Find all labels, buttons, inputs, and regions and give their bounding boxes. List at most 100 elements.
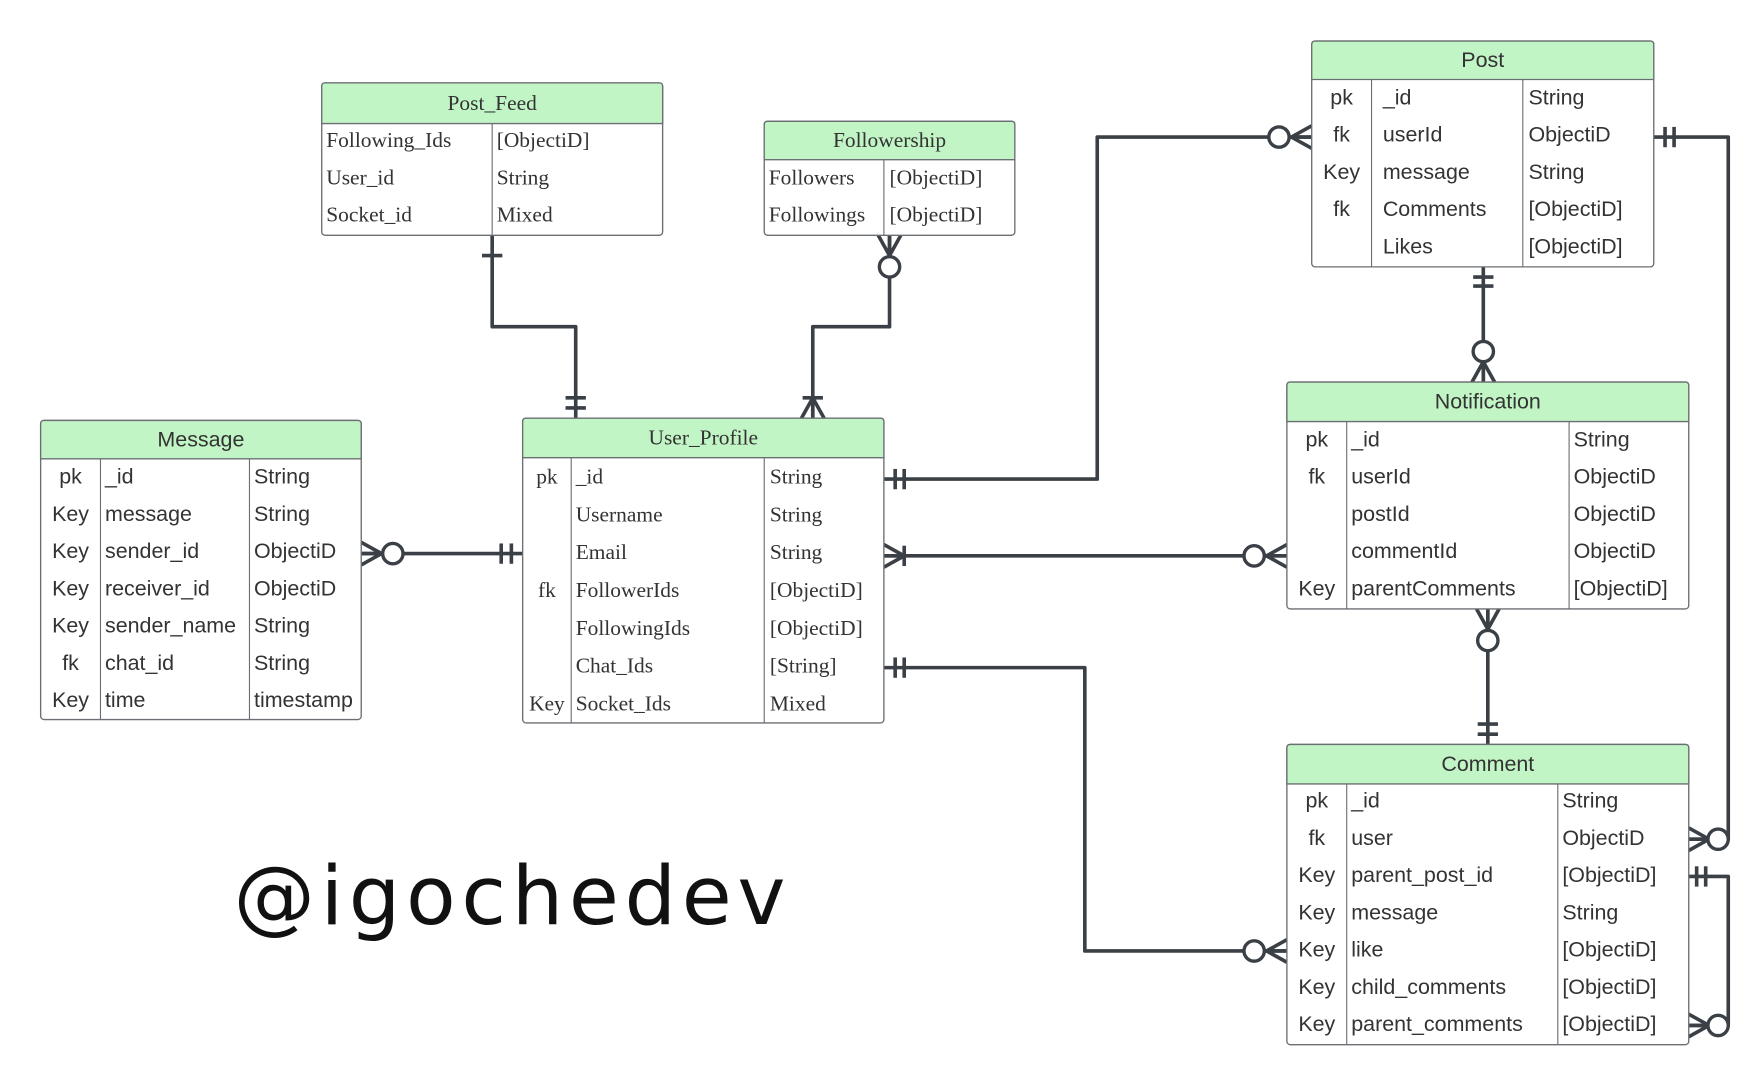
type-cell: ObjectiD [1574, 539, 1656, 563]
table-post-feed[interactable]: Post_Feed Following_Ids [ObjectiD] User_id S… [321, 82, 664, 236]
type-cell: String [770, 502, 823, 526]
rel-comment-self [1688, 874, 1731, 1028]
field-cell: Followings [769, 203, 866, 227]
type-cell: [ObjectiD] [497, 128, 590, 152]
zero-circle-icon [1242, 939, 1267, 963]
field-cell: User_id [326, 165, 394, 189]
field-cell: _id [1382, 85, 1412, 109]
table-row: Key parentComments [ObjectiD] [1298, 576, 1667, 600]
type-cell: ObjectiD [1528, 123, 1610, 147]
key-cell: Key [52, 614, 89, 638]
key-cell: Key [1298, 900, 1335, 924]
rel-postfeed-user [490, 235, 578, 419]
zero-circle-icon [1475, 628, 1500, 653]
key-cell: Key [52, 576, 89, 600]
key-cell: Key [1298, 863, 1335, 887]
crow-foot-icon [799, 396, 826, 420]
field-cell: like [1351, 938, 1383, 962]
type-cell: [ObjectiD] [1562, 938, 1656, 962]
crow-foot-icon [1687, 1012, 1710, 1039]
rel-user-comment [883, 665, 1287, 953]
type-cell: String [770, 540, 823, 564]
table-followership[interactable]: Followership Followers [ObjectiD] Following… [763, 120, 1016, 236]
field-cell: chat_id [105, 651, 174, 675]
table-comment[interactable]: Comment pk _id String fk user ObjectiD Key paren… [1286, 743, 1690, 1046]
type-cell: ObjectiD [1574, 502, 1656, 526]
field-cell: userId [1383, 123, 1443, 147]
type-cell: [ObjectiD] [1574, 576, 1668, 600]
key-cell: Key [1298, 1012, 1335, 1036]
type-cell: String [1528, 85, 1584, 109]
field-cell: _id [104, 465, 134, 489]
table-post[interactable]: Post pk _id String fk userId ObjectiD Key messag… [1311, 40, 1655, 268]
field-cell: message [105, 502, 192, 526]
field-cell: Socket_Ids [576, 692, 671, 716]
crow-foot-icon [1265, 938, 1288, 964]
type-cell: String [254, 614, 310, 638]
zero-circle-icon [380, 541, 405, 566]
type-cell: ObjectiD [1562, 826, 1644, 850]
field-cell: _id [1350, 427, 1380, 451]
key-cell: Key [52, 502, 89, 526]
table-notification[interactable]: Notification pk _id String fk userId ObjectiD p… [1286, 381, 1690, 610]
field-cell: Socket_id [326, 203, 412, 227]
crow-foot-icon [360, 540, 383, 567]
key-cell: pk [1305, 427, 1328, 451]
type-cell: [ObjectiD] [1528, 234, 1622, 258]
key-cell: pk [59, 465, 82, 489]
field-cell: FollowerIds [576, 578, 680, 602]
table-title: Comment [1441, 752, 1534, 776]
field-cell: sender_name [105, 614, 236, 638]
key-cell: fk [62, 651, 79, 675]
table-title: Message [157, 427, 244, 451]
field-cell: parent_post_id [1351, 863, 1493, 887]
key-cell: pk [536, 465, 558, 489]
table-title: Post [1461, 48, 1504, 72]
table-user-profile[interactable]: User_Profilepk _id String Username String Ema… [521, 417, 885, 724]
field-cell: Username [576, 502, 663, 526]
field-cell: Following_Ids [326, 128, 451, 152]
zero-circle-icon [1706, 1013, 1730, 1038]
crow-foot-icon [1265, 543, 1288, 569]
type-cell: [ObjectiD] [890, 203, 983, 227]
field-cell: parent_comments [1351, 1012, 1523, 1036]
type-cell: [ObjectiD] [770, 616, 863, 640]
key-cell: Key [1298, 576, 1335, 600]
type-cell: String [1562, 789, 1618, 813]
field-cell: FollowingIds [576, 616, 690, 640]
field-cell: Comments [1383, 197, 1487, 221]
zero-circle-icon [877, 255, 902, 279]
zero-circle-icon [1706, 827, 1730, 852]
type-cell: String [1528, 160, 1584, 184]
crow-foot-icon [876, 234, 903, 257]
table-title: User_Profile [648, 426, 758, 450]
type-cell: [ObjectiD] [1562, 1012, 1656, 1036]
key-cell: fk [1308, 465, 1325, 489]
type-cell: [ObjectiD] [1562, 863, 1656, 887]
table-title: Post_Feed [448, 91, 538, 115]
table-title: Followership [833, 128, 946, 152]
table-row: Key parent_post_id [ObjectiD] [1298, 863, 1656, 887]
field-cell: message [1383, 160, 1470, 184]
key-cell: Key [1323, 160, 1360, 184]
key-cell: pk [1330, 85, 1353, 109]
key-cell: Key [52, 539, 89, 563]
field-cell: user [1351, 826, 1393, 850]
field-cell: sender_id [105, 539, 199, 563]
type-cell: [String] [770, 654, 837, 678]
table-row: Key parent_comments [ObjectiD] [1298, 1012, 1656, 1036]
watermark: @igochedev [234, 850, 791, 944]
table-message[interactable]: Messagepk _id StringKey message StringKey sen… [39, 419, 362, 721]
crow-foot-icon [883, 543, 906, 569]
field-cell: userId [1351, 465, 1411, 489]
field-cell: message [1351, 900, 1438, 924]
key-cell: Key [529, 692, 565, 716]
type-cell: String [770, 465, 823, 489]
key-cell: fk [1308, 826, 1325, 850]
type-cell: Mixed [497, 203, 553, 227]
crow-foot-icon [1474, 608, 1501, 631]
key-cell: pk [1305, 789, 1328, 813]
key-cell: fk [1333, 197, 1350, 221]
field-cell: Email [576, 540, 627, 564]
field-cell: _id [575, 465, 604, 489]
